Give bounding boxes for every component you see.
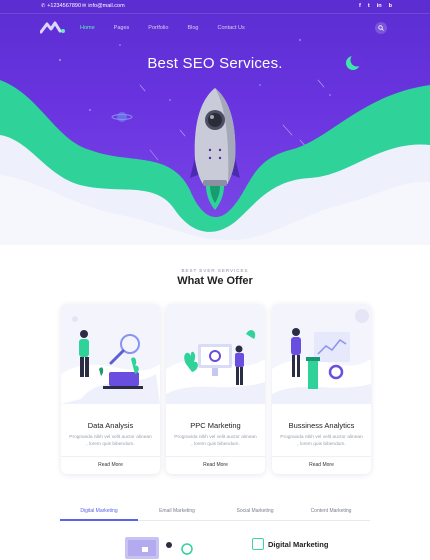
twitter-icon[interactable]: t (368, 3, 370, 9)
nav-item-blog[interactable]: Blog (187, 25, 198, 31)
hero-title: Best SEO Services. (147, 55, 283, 72)
section-eyebrow: BEST EVER SERVICES (181, 268, 249, 273)
card-title: PPC Marketing (190, 421, 241, 430)
rocket-icon (190, 88, 240, 210)
card-title: Data Analysis (87, 421, 134, 430)
service-tabs: Digital Marketing Email Marketing Social… (60, 505, 370, 521)
tab-content-marketing[interactable]: Content Marketing (292, 508, 370, 514)
read-more-link[interactable]: Read More (272, 462, 371, 468)
ppc-marketing-illustration (166, 304, 265, 404)
email-address: info@mail.com (88, 3, 125, 9)
service-card-ppc-marketing[interactable]: PPC Marketing Progravida nibh vel velit … (166, 304, 265, 474)
main-navbar: Home Pages Portfolio Blog Contact Us (0, 18, 430, 38)
facebook-icon[interactable]: f (359, 3, 361, 9)
tab-email-marketing[interactable]: Email Marketing (138, 508, 216, 514)
card-title: Bussiness Analytics (288, 421, 355, 430)
data-analysis-illustration (61, 304, 160, 404)
mail-icon: ✉ (82, 3, 87, 9)
digital-marketing-illustration (125, 537, 193, 559)
active-tab-indicator (60, 519, 138, 521)
nav-menu: Home Pages Portfolio Blog Contact Us (80, 25, 245, 31)
card-description: Progravida nibh vel velit auctor alinean… (69, 435, 152, 447)
behance-icon[interactable]: b (389, 3, 392, 9)
tab-social-marketing[interactable]: Social Marketing (216, 508, 294, 514)
nav-item-portfolio[interactable]: Portfolio (148, 25, 168, 31)
tab-digital-marketing[interactable]: Digital Marketing (60, 508, 138, 514)
top-bar: ✆ +1234567890 ✉ info@mail.com f t in b (0, 0, 430, 14)
card-divider (61, 456, 160, 457)
business-analytics-illustration (272, 304, 371, 404)
digital-marketing-icon (252, 538, 264, 550)
planet-icon (111, 112, 133, 122)
linkedin-icon[interactable]: in (377, 3, 382, 9)
search-icon (378, 25, 384, 31)
feature-title: Digital Marketing (268, 540, 329, 549)
nav-item-pages[interactable]: Pages (114, 25, 130, 31)
phone-icon: ✆ (41, 3, 46, 9)
phone-contact[interactable]: ✆ +1234567890 (41, 3, 81, 9)
service-card-data-analysis[interactable]: Data Analysis Progravida nibh vel velit … (61, 304, 160, 474)
hero-section: ✆ +1234567890 ✉ info@mail.com f t in b H… (0, 0, 430, 245)
card-description: Progravida nibh vel velit auctor alinean… (174, 435, 257, 447)
logo[interactable] (40, 21, 66, 34)
card-divider (166, 456, 265, 457)
search-button[interactable] (375, 22, 387, 34)
section-title: What We Offer (177, 275, 253, 287)
read-more-link[interactable]: Read More (61, 462, 160, 468)
email-contact[interactable]: ✉ info@mail.com (82, 3, 125, 9)
read-more-link[interactable]: Read More (166, 462, 265, 468)
social-links: f t in b (359, 3, 392, 9)
phone-number: +1234567890 (47, 3, 82, 9)
card-description: Progravida nibh vel velit auctor alinean… (280, 435, 363, 447)
service-card-business-analytics[interactable]: Bussiness Analytics Progravida nibh vel … (272, 304, 371, 474)
nav-item-home[interactable]: Home (80, 25, 95, 31)
card-divider (272, 456, 371, 457)
nav-item-contact[interactable]: Contact Us (217, 25, 244, 31)
